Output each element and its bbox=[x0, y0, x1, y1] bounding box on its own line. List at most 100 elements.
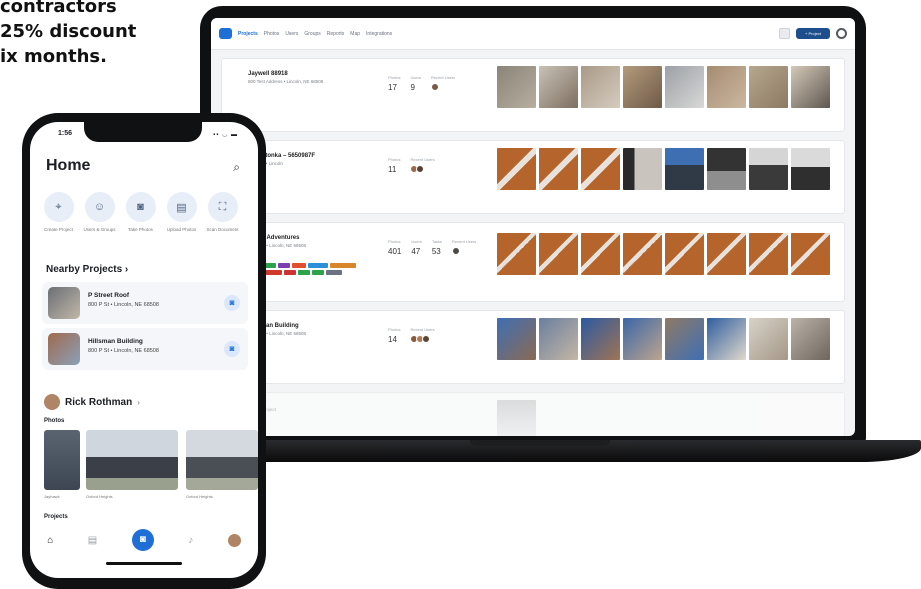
photo-thumbnail[interactable] bbox=[707, 233, 746, 275]
photo-thumbnail[interactable] bbox=[186, 430, 258, 490]
profile-avatar[interactable] bbox=[227, 533, 241, 547]
promo-line-1: contractors bbox=[0, 0, 117, 17]
camera-icon[interactable]: ◙ bbox=[131, 529, 154, 551]
photo-label: Oxford Heights bbox=[86, 494, 113, 499]
chevron-right-icon: › bbox=[137, 397, 140, 407]
photo-count: 17 bbox=[388, 83, 397, 92]
nav-groups[interactable]: Groups bbox=[304, 31, 320, 37]
new-project-button[interactable]: + Project bbox=[796, 28, 830, 39]
nav-projects[interactable]: Projects bbox=[238, 31, 258, 37]
photo-thumbnail[interactable] bbox=[44, 430, 80, 490]
nearby-projects-heading[interactable]: Nearby Projects › bbox=[46, 264, 128, 275]
photo-thumbnail[interactable] bbox=[623, 148, 662, 190]
tag bbox=[308, 263, 328, 268]
user-count: 47 bbox=[411, 247, 421, 256]
create-project-button[interactable]: ⌖ Create Project bbox=[42, 192, 75, 233]
photo-thumbnail[interactable] bbox=[749, 148, 788, 190]
photo-thumbnail[interactable] bbox=[623, 66, 662, 108]
user-name: Rick Rothman bbox=[65, 396, 133, 408]
photo-thumbnail[interactable] bbox=[497, 66, 536, 108]
photo-thumbnail[interactable] bbox=[623, 318, 662, 360]
take-photos-button[interactable]: ◙ Take Photos bbox=[124, 192, 157, 233]
upload-photos-button[interactable]: ▤ Upload Photos bbox=[165, 192, 198, 233]
nav-integrations[interactable]: Integrations bbox=[366, 31, 392, 37]
pin-icon: ⌖ bbox=[43, 192, 74, 222]
nearby-project-card[interactable]: P Street Roof 800 P St • Lincoln, NE 685… bbox=[42, 282, 248, 324]
projects-heading: Projects bbox=[44, 514, 68, 520]
nav-map[interactable]: Map bbox=[350, 31, 360, 37]
promo-line-2: 25% discount bbox=[0, 21, 137, 42]
tab-bar: ⌂ ▤ ◙ ♪ bbox=[30, 524, 258, 556]
photo-thumbnail[interactable] bbox=[581, 318, 620, 360]
photo-thumbnail[interactable] bbox=[749, 66, 788, 108]
project-row[interactable]: Empty Project bbox=[221, 392, 845, 436]
photo-count: 14 bbox=[388, 335, 397, 344]
photo-strip bbox=[497, 233, 830, 275]
photo-thumbnail[interactable] bbox=[707, 318, 746, 360]
project-row[interactable]: South Adventures 800 P St • Lincoln, NE … bbox=[221, 222, 845, 302]
photo-thumbnail[interactable] bbox=[791, 66, 830, 108]
photo-thumbnail[interactable] bbox=[497, 233, 536, 275]
photo-count: 401 bbox=[388, 247, 402, 256]
phone-notch bbox=[84, 122, 202, 142]
photo-thumbnail[interactable] bbox=[749, 233, 788, 275]
photo-thumbnail[interactable] bbox=[623, 233, 662, 275]
avatar bbox=[416, 165, 425, 173]
home-icon[interactable]: ⌂ bbox=[47, 535, 53, 546]
project-row[interactable]: Minnetonka – 5650987F Address • Lincoln … bbox=[221, 140, 845, 214]
home-indicator bbox=[106, 562, 182, 565]
project-name[interactable]: Minnetonka – 5650987F bbox=[248, 153, 398, 159]
nav-reports[interactable]: Reports bbox=[327, 31, 345, 37]
notifications-icon[interactable]: ♪ bbox=[188, 535, 193, 546]
photo-thumbnail[interactable] bbox=[707, 66, 746, 108]
project-row[interactable]: Hillsman Building 800 P St • Lincoln, NE… bbox=[221, 310, 845, 384]
avatar bbox=[44, 394, 60, 410]
user-section-header[interactable]: Rick Rothman › bbox=[44, 394, 140, 410]
tag bbox=[330, 263, 356, 268]
photo-thumbnail[interactable] bbox=[665, 318, 704, 360]
camera-icon[interactable]: ◙ bbox=[224, 295, 240, 311]
photo-thumbnail[interactable] bbox=[581, 66, 620, 108]
grid-view-icon[interactable] bbox=[779, 28, 790, 39]
photo-thumbnail[interactable] bbox=[707, 148, 746, 190]
photo-thumbnail[interactable] bbox=[497, 318, 536, 360]
photo-thumbnail[interactable] bbox=[539, 318, 578, 360]
scan-document-button[interactable]: ⛶ Scan Document bbox=[206, 192, 239, 233]
project-row[interactable]: Jaywell 88918 800 Test Address • Lincoln… bbox=[221, 58, 845, 132]
photo-thumbnail[interactable] bbox=[665, 233, 704, 275]
photo-thumbnail[interactable] bbox=[791, 233, 830, 275]
photo-label: Jayhawk bbox=[44, 494, 60, 499]
photo-thumbnail[interactable] bbox=[539, 148, 578, 190]
search-icon[interactable]: ⌕ bbox=[233, 160, 240, 175]
photo-thumbnail[interactable] bbox=[86, 430, 178, 490]
nav-users[interactable]: Users bbox=[285, 31, 298, 37]
users-groups-button[interactable]: ☺ Users & Groups bbox=[83, 192, 116, 233]
project-name[interactable]: Jaywell 88918 bbox=[248, 71, 398, 77]
photo-thumbnail[interactable] bbox=[497, 148, 536, 190]
project-name[interactable]: Hillsman Building bbox=[248, 323, 398, 329]
photo-thumbnail[interactable] bbox=[791, 318, 830, 360]
photo-thumbnail[interactable] bbox=[749, 318, 788, 360]
tag bbox=[284, 270, 296, 275]
photo-thumbnail[interactable] bbox=[539, 233, 578, 275]
photo-strip bbox=[497, 318, 830, 360]
photo-thumbnail[interactable] bbox=[581, 233, 620, 275]
project-name[interactable]: Empty Project bbox=[248, 407, 398, 412]
photo-thumbnail[interactable] bbox=[581, 148, 620, 190]
profile-avatar[interactable] bbox=[836, 28, 847, 39]
tag bbox=[312, 270, 324, 275]
project-thumbnail bbox=[48, 287, 80, 319]
photo-thumbnail[interactable] bbox=[665, 148, 704, 190]
photo-thumbnail[interactable] bbox=[539, 66, 578, 108]
tag bbox=[292, 263, 306, 268]
camera-icon[interactable]: ◙ bbox=[224, 341, 240, 357]
tag bbox=[326, 270, 342, 275]
project-name[interactable]: South Adventures bbox=[248, 235, 398, 241]
document-icon: ▤ bbox=[166, 192, 197, 222]
photo-thumbnail[interactable] bbox=[497, 400, 536, 436]
nav-photos[interactable]: Photos bbox=[264, 31, 280, 37]
nearby-project-card[interactable]: Hillsman Building 800 P St • Lincoln, NE… bbox=[42, 328, 248, 370]
photo-thumbnail[interactable] bbox=[791, 148, 830, 190]
projects-icon[interactable]: ▤ bbox=[88, 535, 97, 546]
photo-thumbnail[interactable] bbox=[665, 66, 704, 108]
